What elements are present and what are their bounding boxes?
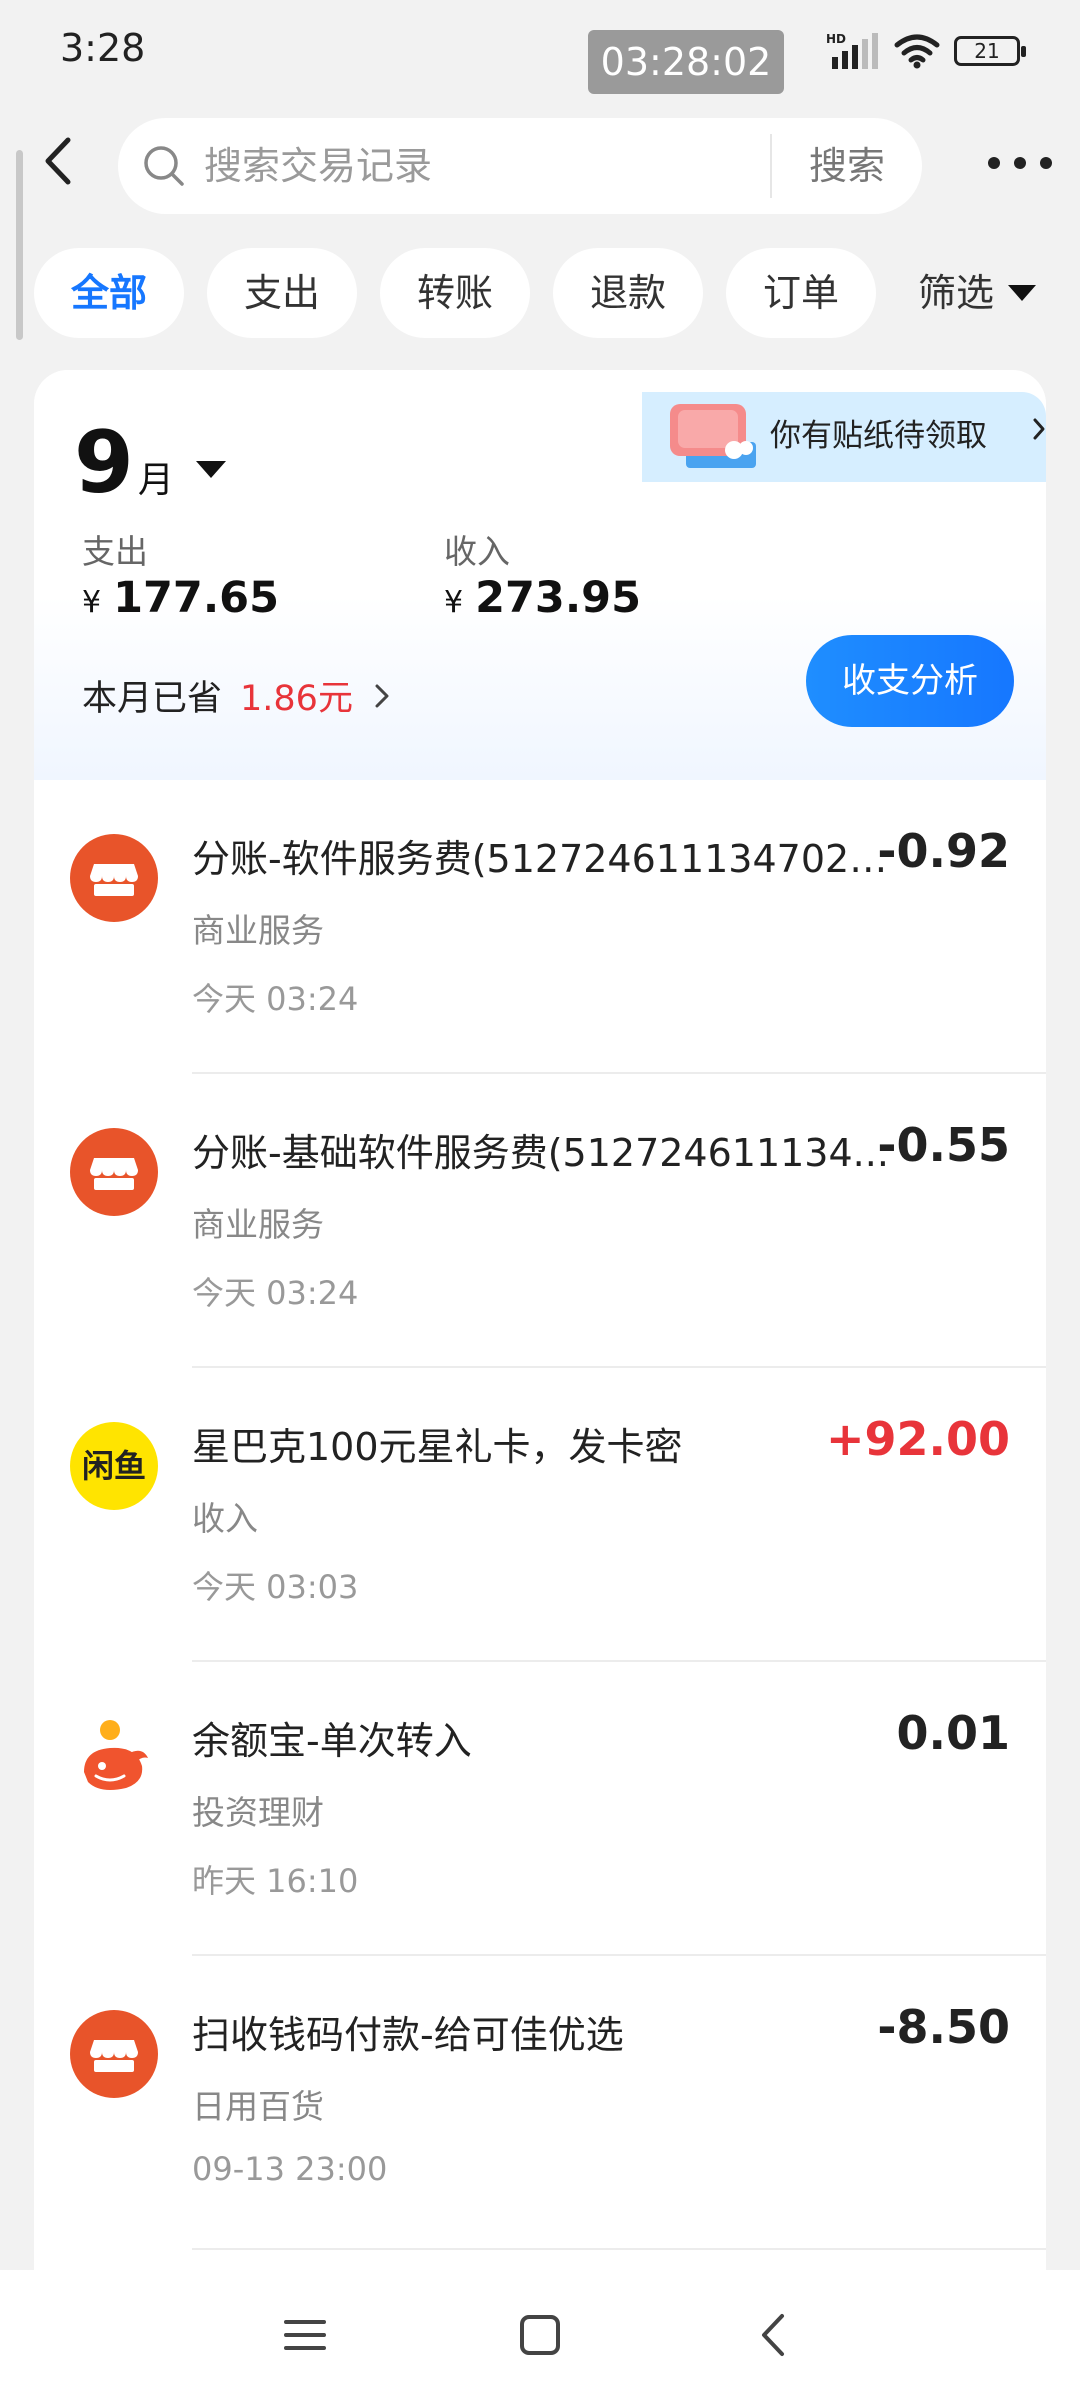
sticker-banner[interactable]: 你有贴纸待领取	[642, 392, 1046, 482]
transaction-amount: -0.55	[877, 1118, 1010, 1172]
nav-back-button[interactable]	[740, 2300, 810, 2370]
xianyu-icon: 闲鱼	[70, 1422, 158, 1510]
hd-signal-icon: HD	[826, 32, 878, 69]
month-unit: 月	[137, 460, 174, 501]
transaction-item[interactable]: 扫收钱码付款-给可佳优选 日用百货 09-13 23:00 -8.50	[34, 1956, 1046, 2250]
tab-transfer[interactable]: 转账	[380, 248, 530, 338]
transaction-title: 星巴克100元星礼卡，发卡密	[192, 1425, 683, 1469]
chevron-left-icon	[762, 2314, 784, 2356]
filter-button[interactable]: 筛选	[918, 248, 1037, 338]
yuebao-icon	[70, 1716, 158, 1804]
month-summary: 你有贴纸待领取 9 月 支出 ¥177.65 收入 ¥273.95 本月已省 1…	[34, 370, 1046, 780]
square-home-icon	[520, 2315, 560, 2355]
more-dot-icon	[1014, 157, 1026, 169]
store-icon	[70, 1128, 158, 1216]
income-label: 收入	[444, 532, 510, 571]
transaction-amount: +92.00	[825, 1412, 1010, 1466]
transaction-item[interactable]: 余额宝-单次转入 投资理财 昨天 16:10 0.01	[34, 1662, 1046, 1956]
sticker-text: 你有贴纸待领取	[770, 418, 987, 454]
transaction-title: 分账-软件服务费(5127246111347028...	[192, 837, 902, 881]
transaction-time: 今天 03:24	[192, 980, 359, 1018]
header: 搜索	[0, 108, 1080, 218]
nav-home-button[interactable]	[505, 2300, 575, 2370]
search-icon	[144, 146, 184, 186]
saved-amount: 1.86元	[240, 679, 353, 719]
transaction-amount: 0.01	[896, 1706, 1011, 1760]
currency-symbol: ¥	[82, 585, 102, 620]
screen: 3:28 03:28:02 HD 21 搜索交易记录 搜索 全部 支出 转账 退…	[0, 0, 1080, 2400]
store-icon	[70, 2010, 158, 2098]
transaction-list: 分账-软件服务费(5127246111347028... 商业服务 今天 03:…	[34, 780, 1046, 2250]
month-number: 9	[74, 413, 134, 513]
transaction-category: 商业服务	[192, 911, 324, 950]
battery-icon: 21	[954, 36, 1026, 66]
transaction-time: 昨天 16:10	[192, 1862, 359, 1900]
tab-all[interactable]: 全部	[34, 248, 184, 338]
chevron-right-icon	[1033, 418, 1045, 440]
more-options-button[interactable]	[980, 138, 1060, 188]
menu-icon	[284, 2320, 326, 2350]
sticker-gift-icon	[670, 404, 756, 468]
filter-tabs: 全部 支出 转账 退款 订单 筛选	[0, 248, 1080, 340]
store-icon	[70, 834, 158, 922]
transaction-amount: -8.50	[877, 2000, 1010, 2054]
chevron-left-icon	[45, 137, 71, 185]
chevron-right-icon	[375, 684, 389, 707]
currency-symbol: ¥	[444, 585, 464, 620]
transaction-item[interactable]: 分账-基础软件服务费(512724611134... 商业服务 今天 03:24…	[34, 1074, 1046, 1368]
back-button[interactable]	[28, 128, 94, 194]
income-total: ¥273.95	[444, 573, 641, 623]
transaction-time: 09-13 23:00	[192, 2150, 388, 2188]
tab-refund[interactable]: 退款	[553, 248, 703, 338]
income-value: 273.95	[475, 573, 642, 623]
income-expense-analysis-button[interactable]: 收支分析	[806, 635, 1014, 727]
more-dot-icon	[988, 157, 1000, 169]
transaction-title: 余额宝-单次转入	[192, 1719, 472, 1763]
transaction-amount: -0.92	[877, 824, 1010, 878]
saved-label: 本月已省	[82, 679, 223, 719]
expense-value: 177.65	[113, 573, 280, 623]
filter-label: 筛选	[918, 271, 995, 315]
transactions-card: 你有贴纸待领取 9 月 支出 ¥177.65 收入 ¥273.95 本月已省 1…	[34, 370, 1046, 2400]
transaction-title: 扫收钱码付款-给可佳优选	[192, 2013, 624, 2057]
more-dot-icon	[1040, 157, 1052, 169]
month-selector[interactable]: 9 月	[74, 420, 226, 506]
transaction-item[interactable]: 分账-软件服务费(5127246111347028... 商业服务 今天 03:…	[34, 780, 1046, 1074]
wifi-icon	[894, 34, 940, 69]
transaction-category: 投资理财	[192, 1793, 324, 1832]
transaction-item[interactable]: 闲鱼 星巴克100元星礼卡，发卡密 收入 今天 03:03 +92.00	[34, 1368, 1046, 1662]
caret-down-icon	[195, 461, 226, 478]
monthly-savings-link[interactable]: 本月已省 1.86元	[82, 670, 391, 721]
transaction-category: 商业服务	[192, 1205, 324, 1244]
system-nav-bar	[0, 2270, 1080, 2400]
expense-total: ¥177.65	[82, 573, 279, 623]
search-input[interactable]	[204, 136, 864, 196]
xianyu-logo-text: 闲鱼	[81, 1447, 146, 1485]
transaction-time: 今天 03:03	[192, 1568, 359, 1606]
transaction-category: 日用百货	[192, 2087, 324, 2126]
transaction-category: 收入	[192, 1499, 258, 1538]
expense-label: 支出	[82, 532, 148, 571]
search-box[interactable]: 搜索	[118, 118, 922, 214]
status-time: 3:28	[60, 26, 146, 70]
status-icons: HD 21	[826, 26, 1026, 76]
nav-menu-button[interactable]	[270, 2300, 340, 2370]
svg-text:HD: HD	[826, 32, 846, 46]
search-button[interactable]: 搜索	[772, 118, 922, 214]
transaction-title: 分账-基础软件服务费(512724611134...	[192, 1131, 889, 1175]
status-bar: 3:28 03:28:02 HD 21	[0, 0, 1080, 105]
transaction-time: 今天 03:24	[192, 1274, 359, 1312]
caret-down-icon	[1008, 284, 1037, 301]
tab-order[interactable]: 订单	[726, 248, 876, 338]
divider	[192, 2248, 1046, 2250]
tab-expense[interactable]: 支出	[207, 248, 357, 338]
status-clock-badge: 03:28:02	[588, 30, 784, 94]
